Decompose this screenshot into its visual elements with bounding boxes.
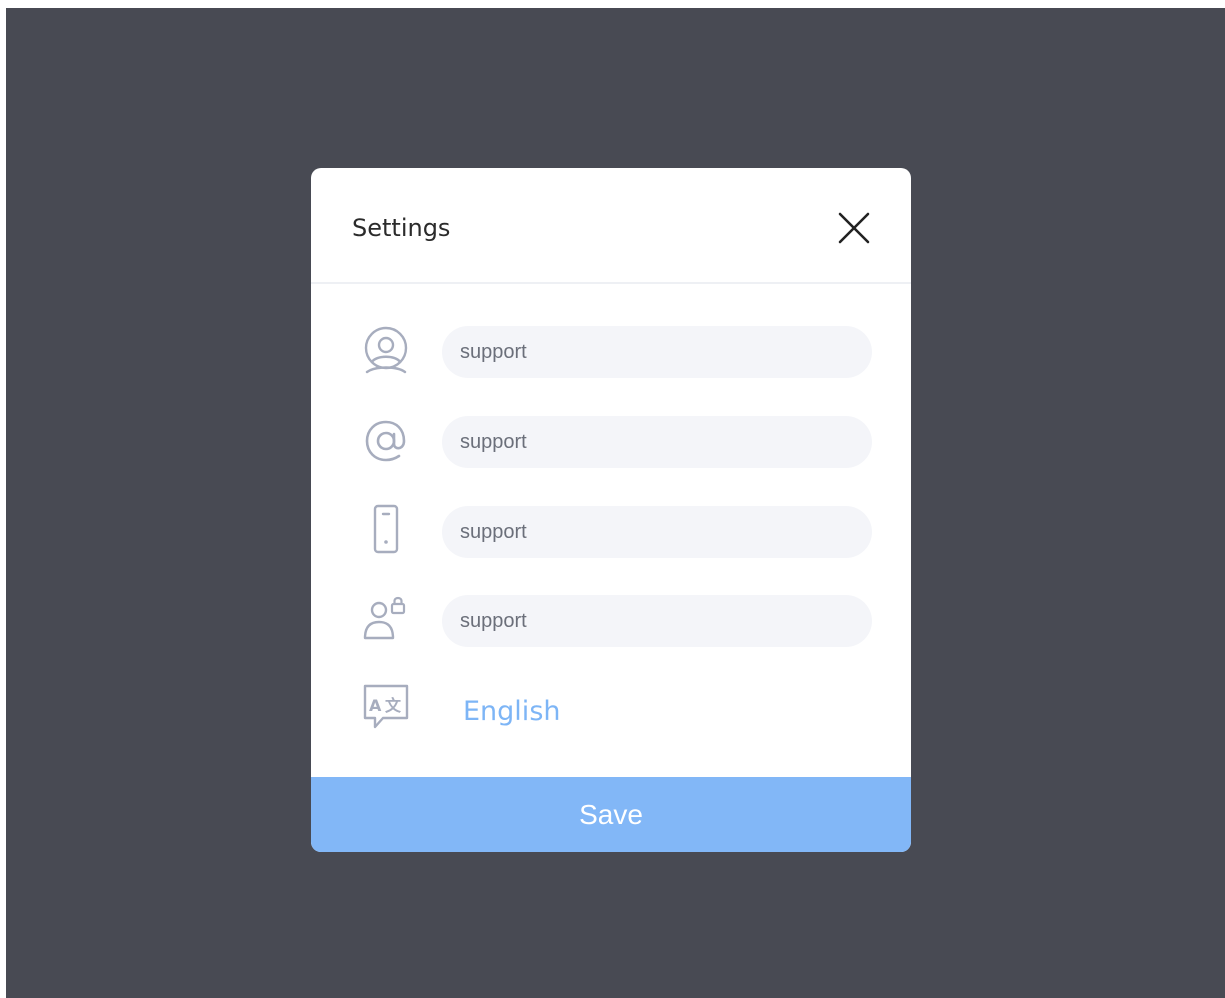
account-field[interactable] <box>442 595 872 647</box>
at-sign-icon <box>365 420 406 462</box>
username-field[interactable] <box>442 326 872 378</box>
email-field[interactable] <box>442 416 872 468</box>
settings-dialog: Settings support support support support… <box>311 168 911 852</box>
close-icon <box>838 212 870 244</box>
language-selector[interactable]: English <box>463 692 561 732</box>
modal-backdrop: Settings support support support support… <box>6 8 1225 998</box>
save-button[interactable]: Save <box>311 777 911 852</box>
mobile-phone-icon <box>373 504 399 554</box>
close-button[interactable] <box>832 206 876 250</box>
dialog-title: Settings <box>352 214 451 242</box>
user-icon <box>364 326 408 374</box>
dialog-header: Settings <box>311 168 911 284</box>
svg-text:文: 文 <box>385 696 402 715</box>
phone-field[interactable] <box>442 506 872 558</box>
svg-text:A: A <box>369 696 382 715</box>
user-lock-icon <box>363 596 406 640</box>
translate-icon: A 文 <box>363 684 409 729</box>
